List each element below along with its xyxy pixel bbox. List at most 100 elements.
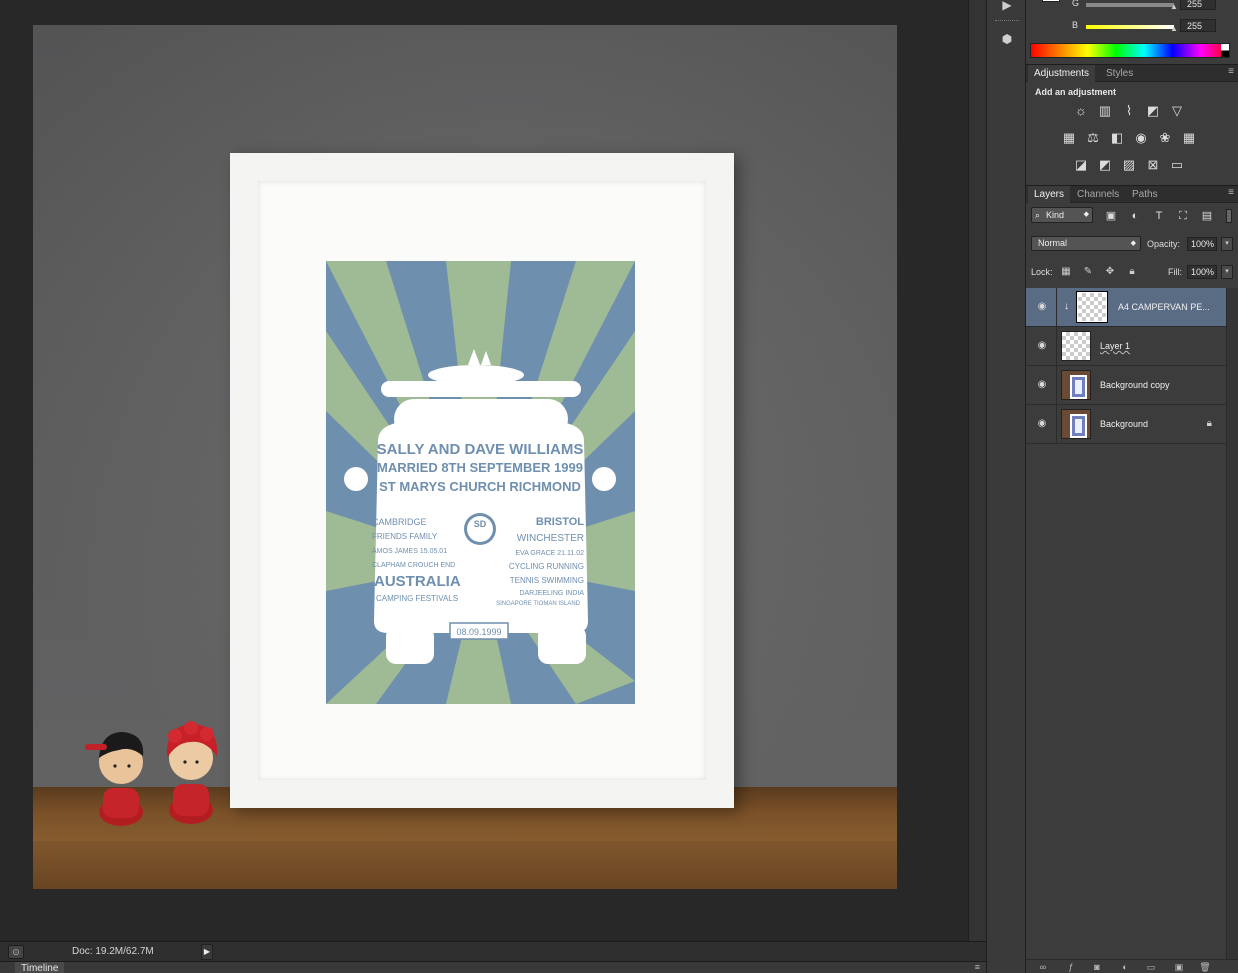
pixel-filter-icon[interactable]: ▣ xyxy=(1104,209,1118,223)
layer-name[interactable]: Background copy xyxy=(1100,380,1170,390)
hue-saturation-icon[interactable]: ▦ xyxy=(1060,130,1078,146)
opacity-field[interactable]: 100% xyxy=(1187,237,1217,251)
3d-cube-icon[interactable]: ⬢ xyxy=(995,28,1019,50)
layer-thumbnail[interactable] xyxy=(1061,370,1091,400)
shape-filter-icon[interactable]: ⛶ xyxy=(1176,209,1190,223)
green-slider[interactable] xyxy=(1086,3,1174,7)
layer-thumbnail[interactable] xyxy=(1076,291,1108,323)
blue-value-field[interactable]: 255 xyxy=(1180,19,1216,32)
blue-slider-thumb-icon[interactable]: ▲ xyxy=(1170,24,1178,33)
color-spectrum-bar[interactable] xyxy=(1030,43,1230,58)
opacity-dropdown-icon[interactable]: ▾ xyxy=(1221,237,1233,251)
canvas-scrollbar[interactable] xyxy=(968,0,986,941)
adjustments-panel-menu-icon[interactable]: ≡ xyxy=(1228,66,1234,77)
tab-channels[interactable]: Channels xyxy=(1071,186,1125,204)
timeline-panel-menu-icon[interactable]: ≡ xyxy=(975,962,980,972)
green-value-field[interactable]: 255 xyxy=(1180,0,1216,10)
left-word-1: CAMBRIDGE xyxy=(372,517,427,527)
visibility-eye-icon[interactable]: ◉ xyxy=(1034,417,1050,431)
blue-slider[interactable] xyxy=(1086,25,1174,29)
channel-mixer-icon[interactable]: ❀ xyxy=(1156,130,1174,146)
filter-toggle[interactable] xyxy=(1226,209,1232,223)
type-filter-icon[interactable]: T xyxy=(1152,209,1166,223)
visibility-eye-icon[interactable]: ◉ xyxy=(1034,339,1050,353)
add-mask-icon[interactable]: ◙ xyxy=(1090,961,1104,973)
color-balance-icon[interactable]: ⚖ xyxy=(1084,130,1102,146)
layers-panel-menu-icon[interactable]: ≡ xyxy=(1228,187,1234,198)
lock-all-icon[interactable]: 🔒︎ xyxy=(1126,265,1138,279)
adjustment-filter-icon[interactable]: ◐ xyxy=(1128,209,1142,223)
blue-label: B xyxy=(1072,20,1079,30)
exposure-icon[interactable]: ◩ xyxy=(1144,103,1162,119)
layer-kind-select[interactable]: ⌕ Kind ◆ xyxy=(1031,207,1093,223)
layer-name[interactable]: Layer 1 xyxy=(1100,341,1130,351)
levels-icon[interactable]: ▥ xyxy=(1096,103,1114,119)
link-layers-icon[interactable]: ∞ xyxy=(1036,961,1050,973)
lock-position-icon[interactable]: ✥ xyxy=(1104,265,1116,279)
smart-object-filter-icon[interactable]: ▤ xyxy=(1200,209,1214,223)
new-adjustment-layer-icon[interactable]: ◐ xyxy=(1118,961,1132,973)
chevron-down-icon: ◆ xyxy=(1083,211,1089,218)
threshold-icon[interactable]: ▨ xyxy=(1120,157,1138,173)
zoom-level-icon[interactable]: ⊙ xyxy=(8,945,24,959)
tab-paths[interactable]: Paths xyxy=(1126,186,1164,204)
fill-field[interactable]: 100% xyxy=(1187,265,1217,279)
document-image[interactable]: SD SALLY AND DAVE WILLIAMS MARRIED 8TH S… xyxy=(33,25,897,889)
search-icon: ⌕ xyxy=(1035,210,1041,220)
campervan-artwork: SD SALLY AND DAVE WILLIAMS MARRIED 8TH S… xyxy=(326,261,635,704)
blend-mode-select[interactable]: Normal ◆ xyxy=(1031,236,1141,251)
lock-transparent-icon[interactable]: ▦ xyxy=(1060,265,1072,279)
layer-lock-icon[interactable]: 🔒︎ xyxy=(1207,418,1212,429)
headline-line-1: SALLY AND DAVE WILLIAMS xyxy=(377,441,584,458)
doc-size-readout[interactable]: Doc: 19.2M/62.7M xyxy=(72,946,154,957)
layer-row-layer-1[interactable]: ◉ Layer 1 xyxy=(1026,327,1226,366)
status-bar: ⊙ Doc: 19.2M/62.7M ▶ xyxy=(0,941,986,961)
document-canvas-area[interactable]: SD SALLY AND DAVE WILLIAMS MARRIED 8TH S… xyxy=(0,0,968,941)
layer-name[interactable]: Background xyxy=(1100,419,1148,429)
layer-row-background-copy[interactable]: ◉ Background copy xyxy=(1026,366,1226,405)
brightness-contrast-icon[interactable]: ☼ xyxy=(1072,103,1090,119)
vibrance-icon[interactable]: ▽ xyxy=(1168,103,1186,119)
curves-icon[interactable]: ⌇ xyxy=(1120,103,1138,119)
tab-timeline[interactable]: Timeline xyxy=(15,962,65,973)
posterize-icon[interactable]: ◩ xyxy=(1096,157,1114,173)
foreground-swatch[interactable] xyxy=(1042,0,1060,2)
layer-name[interactable]: A4 CAMPERVAN PE... xyxy=(1118,302,1210,312)
lock-pixels-icon[interactable]: ✎ xyxy=(1082,265,1094,279)
play-icon[interactable]: ▶ xyxy=(995,0,1019,16)
green-label: G xyxy=(1072,0,1080,8)
layer-row-campervan[interactable]: ◉ ↓ A4 CAMPERVAN PE... xyxy=(1026,288,1226,327)
delete-layer-trash-icon[interactable]: 🗑︎ xyxy=(1198,961,1212,973)
color-panel: G ▲ 255 B ▲ 255 xyxy=(1026,0,1238,64)
new-group-folder-icon[interactable]: ▭ xyxy=(1144,961,1158,973)
layer-thumbnail[interactable] xyxy=(1061,409,1091,439)
layer-row-background[interactable]: ◉ Background 🔒︎ xyxy=(1026,405,1226,444)
visibility-eye-icon[interactable]: ◉ xyxy=(1034,378,1050,392)
visibility-eye-icon[interactable]: ◉ xyxy=(1034,300,1050,314)
left-word-4: CLAPHAM CROUCH END xyxy=(372,562,455,569)
black-white-icon[interactable]: ◧ xyxy=(1108,130,1126,146)
status-menu-arrow-icon[interactable]: ▶ xyxy=(201,944,213,960)
left-word-5: AUSTRALIA xyxy=(374,573,461,590)
doll-figurines xyxy=(85,721,218,826)
tab-adjustments[interactable]: Adjustments xyxy=(1028,65,1096,83)
layers-scrollbar[interactable] xyxy=(1226,288,1238,959)
selective-color-icon[interactable]: ⊠ xyxy=(1144,157,1162,173)
layer-style-fx-icon[interactable]: ƒ xyxy=(1064,961,1078,973)
tab-styles[interactable]: Styles xyxy=(1100,65,1139,83)
invert-icon[interactable]: ◪ xyxy=(1072,157,1090,173)
new-layer-icon[interactable]: ▣ xyxy=(1172,961,1186,973)
black-white-swatch[interactable] xyxy=(1221,44,1229,57)
color-lookup-icon[interactable]: ▦ xyxy=(1180,130,1198,146)
fill-dropdown-icon[interactable]: ▾ xyxy=(1221,265,1233,279)
right-word-6: DARJEELING INDIA xyxy=(519,590,584,597)
green-slider-thumb-icon[interactable]: ▲ xyxy=(1170,2,1178,11)
dock-grip[interactable] xyxy=(995,20,1019,22)
photo-filter-icon[interactable]: ◉ xyxy=(1132,130,1150,146)
layer-thumbnail[interactable] xyxy=(1061,331,1091,361)
tab-layers[interactable]: Layers xyxy=(1028,186,1071,204)
clipping-arrow-icon: ↓ xyxy=(1064,301,1069,312)
left-word-2: FRIENDS FAMILY xyxy=(372,532,438,541)
gradient-map-icon[interactable]: ▭ xyxy=(1168,157,1186,173)
opacity-label: Opacity: xyxy=(1147,239,1181,249)
